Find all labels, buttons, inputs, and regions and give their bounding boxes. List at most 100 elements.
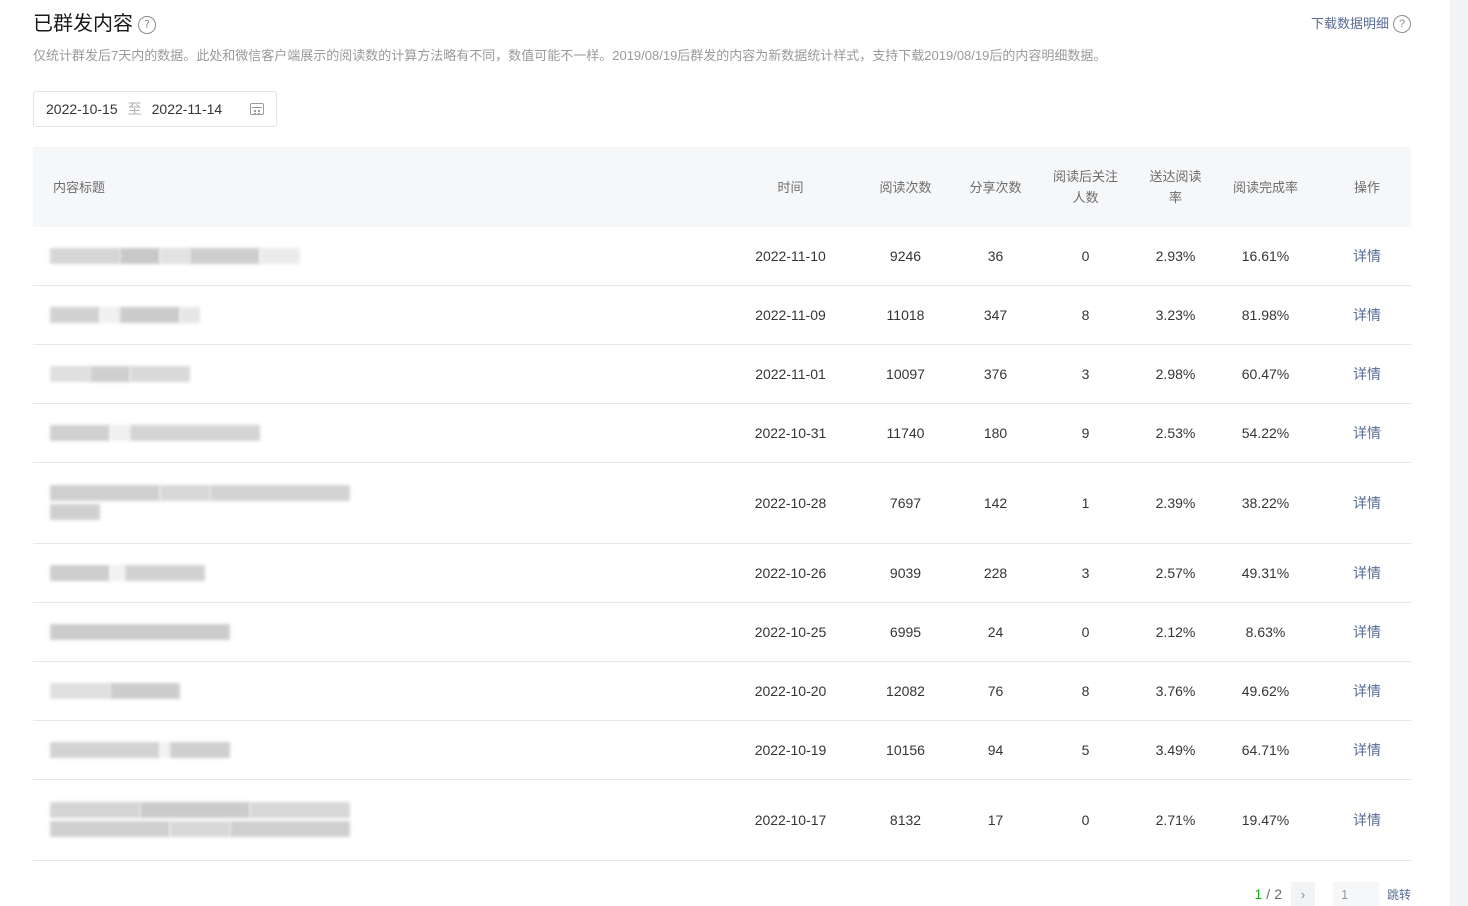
cell-delivery-rate: 2.57% bbox=[1143, 543, 1208, 603]
cell-time: 2022-10-25 bbox=[733, 602, 848, 662]
total-pages: 2 bbox=[1274, 886, 1282, 902]
blurred-title[interactable] bbox=[33, 403, 733, 463]
blurred-segment bbox=[125, 564, 205, 581]
blurred-segment bbox=[260, 247, 300, 264]
cell-completion-rate: 64.71% bbox=[1208, 720, 1323, 780]
blurred-segment bbox=[250, 802, 350, 818]
table-row: 2022-10-19 10156 94 5 3.49% 64.71% 详情 bbox=[33, 720, 1411, 780]
blurred-segment bbox=[50, 485, 160, 501]
cell-time: 2022-11-10 bbox=[733, 227, 848, 286]
blurred-title[interactable] bbox=[33, 285, 733, 345]
cell-delivery-rate: 2.53% bbox=[1143, 403, 1208, 463]
blurred-title[interactable] bbox=[33, 344, 733, 404]
cell-reads: 6995 bbox=[848, 602, 963, 662]
blurred-segment bbox=[230, 821, 350, 837]
cell-reads: 8132 bbox=[848, 779, 963, 861]
cell-follows: 8 bbox=[1028, 285, 1143, 345]
cell-follows: 8 bbox=[1028, 661, 1143, 721]
blurred-segment bbox=[170, 821, 230, 837]
column-header-follows: 阅读后关注 人数 bbox=[1028, 147, 1143, 227]
blurred-title-line bbox=[50, 564, 732, 581]
cell-completion-rate: 60.47% bbox=[1208, 344, 1323, 404]
cell-completion-rate: 81.98% bbox=[1208, 285, 1323, 345]
scrollbar-track[interactable] bbox=[1450, 0, 1468, 906]
detail-link[interactable]: 详情 bbox=[1353, 307, 1381, 323]
cell-completion-rate: 16.61% bbox=[1208, 227, 1323, 286]
cell-shares: 180 bbox=[963, 403, 1028, 463]
blurred-title[interactable] bbox=[33, 779, 733, 861]
cell-time: 2022-10-17 bbox=[733, 779, 848, 861]
detail-link[interactable]: 详情 bbox=[1353, 742, 1381, 758]
blurred-title-line bbox=[50, 424, 732, 441]
blurred-title[interactable] bbox=[33, 661, 733, 721]
blurred-segment bbox=[50, 247, 120, 264]
chevron-right-icon: › bbox=[1300, 886, 1306, 902]
cell-time: 2022-10-20 bbox=[733, 661, 848, 721]
blurred-title[interactable] bbox=[33, 602, 733, 662]
detail-link[interactable]: 详情 bbox=[1353, 495, 1381, 511]
blurred-segment bbox=[50, 682, 110, 699]
cell-completion-rate: 49.31% bbox=[1208, 543, 1323, 603]
blurred-segment bbox=[190, 247, 260, 264]
page-title-text: 已群发内容 bbox=[33, 11, 133, 35]
cell-completion-rate: 54.22% bbox=[1208, 403, 1323, 463]
blurred-segment bbox=[160, 485, 210, 501]
column-header-time: 时间 bbox=[733, 147, 848, 227]
cell-completion-rate: 49.62% bbox=[1208, 661, 1323, 721]
cell-follows: 1 bbox=[1028, 462, 1143, 544]
page-number-input[interactable] bbox=[1332, 882, 1379, 906]
help-icon[interactable]: ? bbox=[1393, 14, 1411, 33]
blurred-segment bbox=[90, 365, 130, 382]
description-text: 仅统计群发后7天内的数据。此处和微信客户端展示的阅读数的计算方法略有不同，数值可… bbox=[33, 48, 1107, 63]
jump-button[interactable]: 跳转 bbox=[1387, 886, 1411, 903]
column-header-delivery-rate: 送达阅读率 bbox=[1143, 147, 1208, 227]
next-page-button[interactable]: › bbox=[1290, 882, 1315, 906]
table-row: 2022-10-20 12082 76 8 3.76% 49.62% 详情 bbox=[33, 661, 1411, 721]
blurred-title[interactable] bbox=[33, 720, 733, 780]
blurred-title[interactable] bbox=[33, 462, 733, 544]
table-body: 2022-11-10 9246 36 0 2.93% 16.61% 详情 202… bbox=[33, 227, 1411, 861]
table-row: 2022-10-28 7697 142 1 2.39% 38.22% 详情 bbox=[33, 462, 1411, 544]
blurred-title-line bbox=[50, 802, 732, 818]
column-header-action: 操作 bbox=[1323, 147, 1411, 227]
blurred-title[interactable] bbox=[33, 543, 733, 603]
blurred-segment bbox=[50, 504, 100, 520]
blurred-segment bbox=[50, 306, 100, 323]
table-row: 2022-10-26 9039 228 3 2.57% 49.31% 详情 bbox=[33, 543, 1411, 603]
blurred-segment bbox=[160, 741, 170, 758]
blurred-title-line bbox=[50, 623, 732, 640]
cell-time: 2022-10-26 bbox=[733, 543, 848, 603]
blurred-segment bbox=[180, 306, 200, 323]
detail-link[interactable]: 详情 bbox=[1353, 812, 1381, 828]
detail-link[interactable]: 详情 bbox=[1353, 248, 1381, 264]
blurred-segment bbox=[100, 306, 120, 323]
cell-delivery-rate: 2.98% bbox=[1143, 344, 1208, 404]
blurred-segment bbox=[50, 365, 90, 382]
start-date: 2022-10-15 bbox=[46, 101, 118, 117]
detail-link[interactable]: 详情 bbox=[1353, 366, 1381, 382]
detail-link[interactable]: 详情 bbox=[1353, 425, 1381, 441]
blurred-segment bbox=[50, 821, 170, 837]
date-range-picker[interactable]: 2022-10-15 至 2022-11-14 bbox=[33, 91, 277, 127]
blurred-title[interactable] bbox=[33, 227, 733, 286]
column-header-completion-rate: 阅读完成率 bbox=[1208, 147, 1323, 227]
table-header-row: 内容标题 时间 阅读次数 分享次数 阅读后关注 人数 送达阅读率 阅读完成率 操作 bbox=[33, 147, 1411, 227]
table-row: 2022-10-25 6995 24 0 2.12% 8.63% 详情 bbox=[33, 602, 1411, 662]
detail-link[interactable]: 详情 bbox=[1353, 565, 1381, 581]
detail-link[interactable]: 详情 bbox=[1353, 683, 1381, 699]
content-table: 内容标题 时间 阅读次数 分享次数 阅读后关注 人数 送达阅读率 阅读完成率 操作… bbox=[33, 147, 1411, 861]
blurred-segment bbox=[140, 802, 250, 818]
cell-reads: 7697 bbox=[848, 462, 963, 544]
help-icon[interactable]: ? bbox=[138, 15, 156, 34]
cell-shares: 24 bbox=[963, 602, 1028, 662]
cell-time: 2022-11-01 bbox=[733, 344, 848, 404]
download-details-link[interactable]: 下载数据明细? bbox=[1311, 14, 1411, 34]
cell-delivery-rate: 2.39% bbox=[1143, 462, 1208, 544]
blurred-segment bbox=[210, 485, 350, 501]
blurred-segment bbox=[50, 623, 230, 640]
table-row: 2022-11-10 9246 36 0 2.93% 16.61% 详情 bbox=[33, 227, 1411, 286]
date-separator: 至 bbox=[127, 101, 142, 117]
cell-follows: 3 bbox=[1028, 344, 1143, 404]
blurred-segment bbox=[50, 741, 160, 758]
detail-link[interactable]: 详情 bbox=[1353, 624, 1381, 640]
